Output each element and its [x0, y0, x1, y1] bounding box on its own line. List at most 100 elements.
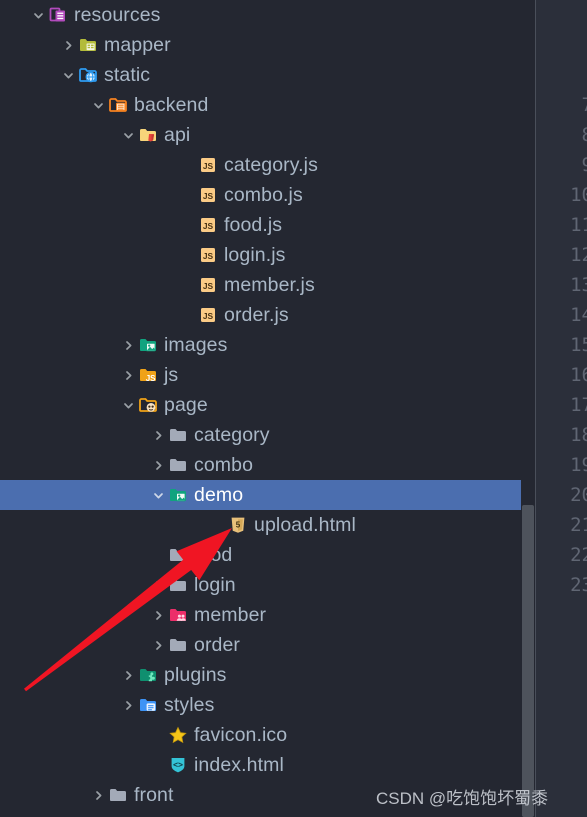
tree-row-resources[interactable]: resources — [0, 0, 536, 30]
tree-row-label: login — [194, 574, 236, 596]
tree-row-combo-js[interactable]: JS combo.js — [0, 180, 536, 210]
tree-row-label: front — [134, 784, 174, 806]
tree-row-order[interactable]: order — [0, 630, 536, 660]
chevron-down-icon[interactable] — [30, 0, 47, 30]
chevron-right-icon[interactable] — [120, 660, 137, 690]
tree-toggle-placeholder — [150, 540, 167, 570]
tree-row-js[interactable]: JS js — [0, 360, 536, 390]
chevron-right-icon[interactable] — [150, 570, 167, 600]
tree-indent-spacer — [0, 450, 150, 480]
gutter-line-number: 14 — [570, 304, 587, 326]
tree-row-index-html[interactable]: <> index.html — [0, 750, 536, 780]
gutter-line-number: 19 — [570, 454, 587, 476]
gutter-line-number: 15 — [570, 334, 587, 356]
js-file-icon: JS — [197, 150, 219, 180]
chevron-right-icon[interactable] — [150, 420, 167, 450]
chevron-down-icon[interactable] — [60, 60, 77, 90]
tree-row-login[interactable]: login — [0, 570, 536, 600]
js-file-icon: JS — [197, 180, 219, 210]
js-file-icon: JS — [197, 270, 219, 300]
scrollbar-thumb[interactable] — [522, 505, 534, 817]
gutter-line-number: 23 — [570, 574, 587, 596]
tree-row-label: order.js — [224, 304, 289, 326]
folder-page-icon — [137, 390, 159, 420]
tree-row-label: page — [164, 394, 208, 416]
gutter-line-number: 8 — [543, 120, 587, 150]
editor-gutter: 789 10 11 12 13 14 15 16 17 18 19 20 21 22 23 — [536, 0, 587, 817]
chevron-down-icon[interactable] — [120, 390, 137, 420]
folder-images-icon — [167, 480, 189, 510]
chevron-down-icon[interactable] — [120, 120, 137, 150]
tree-row-static[interactable]: static — [0, 60, 536, 90]
svg-text:JS: JS — [203, 281, 214, 291]
tree-row-category[interactable]: category — [0, 420, 536, 450]
project-tree-panel[interactable]: resources mapper static backend api JS categor… — [0, 0, 536, 817]
folder-plain-icon — [107, 780, 129, 810]
tree-row-backend[interactable]: backend — [0, 90, 536, 120]
tree-row-plugins[interactable]: plugins — [0, 660, 536, 690]
chevron-right-icon[interactable] — [150, 600, 167, 630]
gutter-line-number: 10 — [570, 184, 587, 206]
folder-plain-icon — [167, 450, 189, 480]
tree-indent-spacer — [0, 570, 150, 600]
tree-row-label: member — [194, 604, 267, 626]
svg-text:JS: JS — [203, 251, 214, 261]
gutter-line-number: 11 — [570, 214, 587, 236]
tree-row-combo[interactable]: combo — [0, 450, 536, 480]
tree-row-member-js[interactable]: JS member.js — [0, 270, 536, 300]
tree-row-label: category.js — [224, 154, 318, 176]
chevron-right-icon[interactable] — [120, 360, 137, 390]
gutter-line-number: 12 — [570, 244, 587, 266]
gutter-line-number: 16 — [570, 364, 587, 386]
tree-row-order-js[interactable]: JS order.js — [0, 300, 536, 330]
tree-indent-spacer — [0, 60, 60, 90]
tree-row-images[interactable]: images — [0, 330, 536, 360]
tree-row-upload-html[interactable]: 5 upload.html — [0, 510, 536, 540]
tree-indent-spacer — [0, 480, 150, 510]
tree-row-favicon-ico[interactable]: favicon.ico — [0, 720, 536, 750]
tree-indent-spacer — [0, 630, 150, 660]
tree-row-label: index.html — [194, 754, 284, 776]
tree-row-login-js[interactable]: JS login.js — [0, 240, 536, 270]
tree-row-food-js[interactable]: JS food.js — [0, 210, 536, 240]
chevron-down-icon[interactable] — [90, 90, 107, 120]
folder-images-icon — [137, 330, 159, 360]
chevron-right-icon[interactable] — [120, 690, 137, 720]
tree-indent-spacer — [0, 390, 120, 420]
tree-row-label: category — [194, 424, 270, 446]
tree-row-label: backend — [134, 94, 209, 116]
chevron-right-icon[interactable] — [150, 450, 167, 480]
gutter-line-number: 22 — [570, 544, 587, 566]
tree-row-api[interactable]: api — [0, 120, 536, 150]
tree-row-label: plugins — [164, 664, 227, 686]
tree-indent-spacer — [0, 30, 60, 60]
chevron-right-icon[interactable] — [150, 630, 167, 660]
tree-row-styles[interactable]: styles — [0, 690, 536, 720]
tree-row-mapper[interactable]: mapper — [0, 30, 536, 60]
folder-member-icon — [167, 600, 189, 630]
chevron-right-icon[interactable] — [60, 30, 77, 60]
tree-indent-spacer — [0, 0, 30, 30]
tree-indent-spacer — [0, 210, 180, 240]
tree-toggle-placeholder — [180, 300, 197, 330]
tree-row-food[interactable]: food — [0, 540, 536, 570]
js-file-icon: JS — [197, 300, 219, 330]
tree-row-label: combo — [194, 454, 254, 476]
tree-row-label: js — [164, 364, 179, 386]
chevron-down-icon[interactable] — [150, 480, 167, 510]
tree-indent-spacer — [0, 720, 150, 750]
folder-styles-icon — [137, 690, 159, 720]
tree-row-page[interactable]: page — [0, 390, 536, 420]
tree-indent-spacer — [0, 270, 180, 300]
watermark-text: CSDN @吃饱饱坏蜀黍 — [376, 789, 549, 808]
chevron-right-icon[interactable] — [90, 780, 107, 810]
chevron-right-icon[interactable] — [120, 330, 137, 360]
tree-row-demo[interactable]: demo — [0, 480, 521, 510]
tree-row-label: resources — [74, 4, 161, 26]
svg-text:5: 5 — [236, 521, 241, 530]
tree-toggle-placeholder — [180, 180, 197, 210]
tree-row-member[interactable]: member — [0, 600, 536, 630]
tree-row-category-js[interactable]: JS category.js — [0, 150, 536, 180]
folder-plain-icon — [167, 420, 189, 450]
tree-indent-spacer — [0, 750, 150, 780]
